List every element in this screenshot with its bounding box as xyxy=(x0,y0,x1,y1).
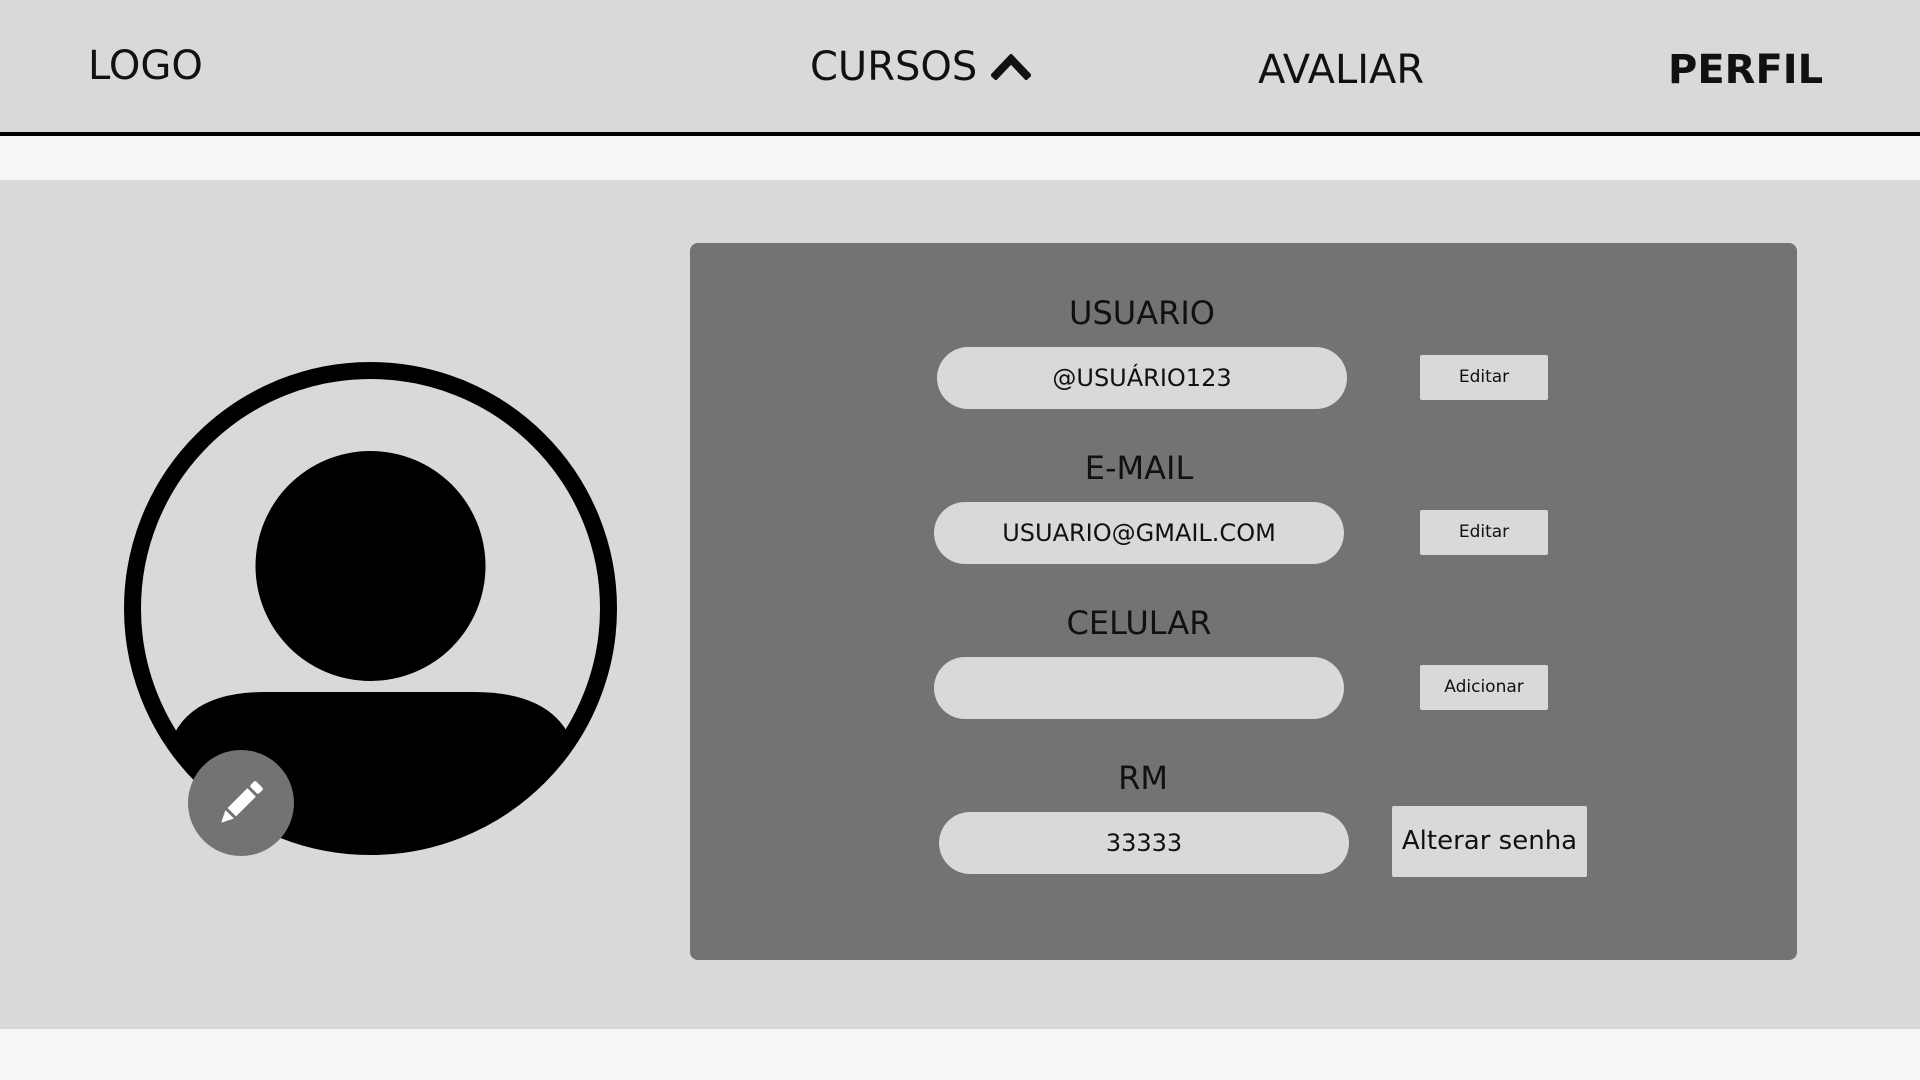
logo: LOGO xyxy=(88,43,203,89)
usuario-label: USUARIO xyxy=(1069,294,1215,332)
top-navigation: LOGO CURSOS AVALIAR PERFIL xyxy=(0,0,1920,136)
edit-avatar-button[interactable] xyxy=(188,750,294,856)
nav-cursos-label: CURSOS xyxy=(810,44,978,90)
nav-avaliar[interactable]: AVALIAR xyxy=(1258,50,1424,90)
profile-content: USUARIO @USUÁRIO123 Editar E-MAIL USUARI… xyxy=(0,180,1920,1029)
profile-card: USUARIO @USUÁRIO123 Editar E-MAIL USUARI… xyxy=(690,243,1797,960)
email-label: E-MAIL xyxy=(1084,449,1194,487)
nav-cursos[interactable]: CURSOS xyxy=(810,44,1032,90)
change-password-button[interactable]: Alterar senha xyxy=(1392,806,1587,877)
pencil-icon xyxy=(221,781,263,823)
email-field[interactable]: USUARIO@GMAIL.COM xyxy=(934,502,1344,564)
nav-perfil[interactable]: PERFIL xyxy=(1668,50,1823,90)
rm-label: RM xyxy=(1118,759,1168,797)
add-celular-button[interactable]: Adicionar xyxy=(1420,665,1548,710)
chevron-up-icon xyxy=(991,54,1032,80)
edit-email-button[interactable]: Editar xyxy=(1420,510,1548,555)
edit-usuario-button[interactable]: Editar xyxy=(1420,355,1548,400)
rm-field: 33333 xyxy=(939,812,1349,874)
celular-field[interactable] xyxy=(934,657,1344,719)
usuario-field[interactable]: @USUÁRIO123 xyxy=(937,347,1347,409)
profile-page: LOGO CURSOS AVALIAR PERFIL USUARIO @USUÁ… xyxy=(0,0,1920,1080)
celular-label: CELULAR xyxy=(1066,604,1212,642)
